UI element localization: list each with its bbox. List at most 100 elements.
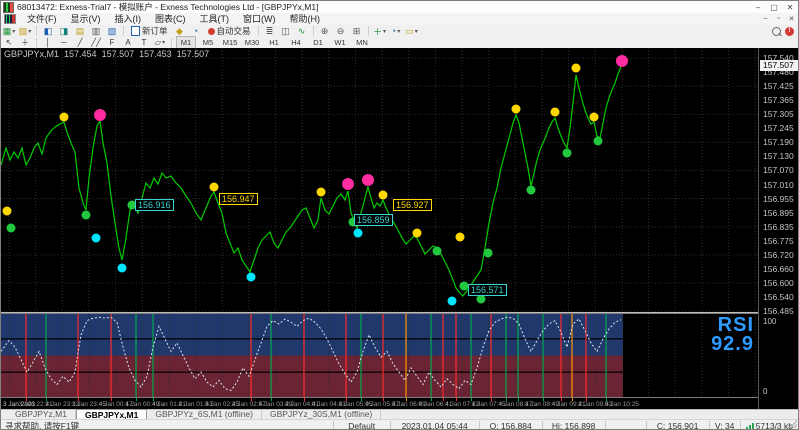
close-button[interactable]: ✕: [782, 3, 798, 12]
maximize-button[interactable]: ▢: [766, 3, 782, 12]
price-tick: 156.775: [763, 237, 794, 246]
minimize-button[interactable]: –: [750, 3, 766, 12]
price-tick: 156.895: [763, 209, 794, 218]
status-segment: O: 156.884: [480, 421, 543, 430]
status-segment: [606, 421, 647, 430]
metaeditor-button[interactable]: ◆: [173, 26, 187, 37]
menu-item[interactable]: 窗口(W): [236, 14, 283, 24]
status-bar: 寻求帮助, 请按F1键 Default2023.01.04 05:44O: 15…: [1, 419, 798, 430]
event-tick: [456, 398, 457, 401]
event-tick: [111, 398, 112, 401]
chart-child-icon: [4, 14, 16, 24]
strategy-tester-button[interactable]: ▧: [105, 26, 119, 37]
price-tick: 157.190: [763, 138, 794, 147]
label-tool-button[interactable]: T: [137, 37, 151, 48]
current-price-tag: 157.507: [760, 60, 799, 71]
child-restore-button[interactable]: ▫: [772, 15, 785, 23]
price-tick: 157.305: [763, 110, 794, 119]
event-tick: [606, 398, 607, 401]
menu-items: 文件(F)显示(V)插入(I)图表(C)工具(T)窗口(W)帮助(H): [20, 13, 327, 25]
price-tick: 157.130: [763, 152, 794, 161]
child-minimize-button[interactable]: –: [759, 15, 772, 23]
grid-button[interactable]: ⊞: [350, 26, 364, 37]
menu-item[interactable]: 帮助(H): [283, 14, 328, 24]
zoom-in-button[interactable]: ⊕: [318, 26, 332, 37]
price-tick: 156.720: [763, 251, 794, 260]
event-tick: [46, 398, 47, 401]
shapes-tool-button[interactable]: ▱▾: [153, 37, 167, 48]
resize-grip[interactable]: [789, 420, 797, 428]
rsi-indicator-canvas[interactable]: [1, 314, 758, 397]
event-tick: [561, 398, 562, 401]
price-tick: 156.540: [763, 293, 794, 302]
menu-item[interactable]: 插入(I): [108, 14, 149, 24]
title-bar: 68013472: Exness-Trial7 - 模拟账户 - Exness …: [1, 1, 798, 13]
connection-traffic: 5713/3 kb: [756, 421, 793, 430]
new-order-button[interactable]: 新订单: [128, 26, 171, 37]
templates-button[interactable]: ▭▾: [405, 26, 419, 37]
menu-item[interactable]: 图表(C): [148, 14, 193, 24]
price-tick: 157.365: [763, 96, 794, 105]
bar-chart-button[interactable]: ≣: [263, 26, 277, 37]
chart-tab[interactable]: GBPJPYz_6S,M1 (offline): [147, 409, 262, 419]
price-tick: 156.600: [763, 279, 794, 288]
event-tick: [26, 398, 27, 401]
autotrading-icon: [208, 28, 215, 35]
event-tick: [506, 398, 507, 401]
chart-area[interactable]: GBPJPYx,M1 157.454 157.507 157.453 157.5…: [1, 48, 799, 409]
event-tick: [431, 398, 432, 401]
event-tick: [491, 398, 492, 401]
new-chart-button[interactable]: ▦▾: [2, 26, 16, 37]
price-axis[interactable]: 157.540157.480157.425157.365157.305157.2…: [758, 48, 799, 409]
price-tick: 157.245: [763, 124, 794, 133]
autotrading-button[interactable]: 自动交易: [205, 26, 254, 37]
candlestick-chart-button[interactable]: ◫: [279, 26, 293, 37]
indicators-button[interactable]: ＋▾: [373, 26, 387, 37]
chart-tab[interactable]: GBPJPYz,M1: [7, 409, 76, 419]
status-segment: Hi: 156.898: [543, 421, 606, 430]
terminal-button[interactable]: ▥: [89, 26, 103, 37]
window-controls: – ▢ ✕: [750, 3, 798, 12]
horizontal-line-tool-button[interactable]: ─: [57, 37, 71, 48]
line-chart-button[interactable]: ∿: [295, 26, 309, 37]
event-tick: [572, 398, 573, 401]
price-tick: 157.070: [763, 166, 794, 175]
menu-item[interactable]: 工具(T): [193, 14, 237, 24]
mql5-community-icon[interactable]: !: [785, 27, 794, 36]
event-tick: [271, 398, 272, 401]
status-segment: Default: [334, 421, 391, 430]
time-axis[interactable]: 3 Jan 20233 Jan 22:413 Jan 23:133 Jan 23…: [1, 398, 758, 409]
status-help-text: 寻求帮助, 请按F1键: [1, 421, 334, 430]
menu-item[interactable]: 显示(V): [64, 14, 108, 24]
periods-button[interactable]: ◔▾: [389, 26, 403, 37]
market-button[interactable]: ◔: [189, 26, 203, 37]
market-watch-button[interactable]: ◧: [41, 26, 55, 37]
status-segment: V: 34: [710, 421, 741, 430]
chart-tab[interactable]: GBPJPYz_30S,M1 (offline): [262, 409, 381, 419]
search-icon[interactable]: [772, 27, 781, 36]
price-tick: 157.425: [763, 82, 794, 91]
text-tool-button[interactable]: A: [121, 37, 135, 48]
channel-tool-button[interactable]: ╱╱: [89, 37, 103, 48]
event-tick: [153, 398, 154, 401]
price-tick: 156.660: [763, 265, 794, 274]
event-tick: [304, 398, 305, 401]
crosshair-tool-button[interactable]: ＋: [18, 37, 32, 48]
time-tick: 4 Jan 10:25: [605, 401, 639, 408]
status-segment: C: 156.901: [647, 421, 710, 430]
event-tick: [346, 398, 347, 401]
child-close-button[interactable]: ✕: [785, 15, 798, 23]
chart-high: 157.507: [102, 49, 135, 59]
menu-item[interactable]: 文件(F): [20, 14, 64, 24]
vertical-line-tool-button[interactable]: │: [41, 37, 55, 48]
zoom-out-button[interactable]: ⊖: [334, 26, 348, 37]
event-tick: [78, 398, 79, 401]
price-chart-canvas[interactable]: [1, 48, 758, 312]
navigator-button[interactable]: ▤: [73, 26, 87, 37]
child-window-controls: – ▫ ✕: [759, 15, 798, 23]
fibonacci-tool-button[interactable]: F: [105, 37, 119, 48]
cursor-tool-button[interactable]: ↖: [2, 37, 16, 48]
profiles-button[interactable]: ▨▾: [18, 26, 32, 37]
data-window-button[interactable]: ◨: [57, 26, 71, 37]
trendline-tool-button[interactable]: ╱: [73, 37, 87, 48]
